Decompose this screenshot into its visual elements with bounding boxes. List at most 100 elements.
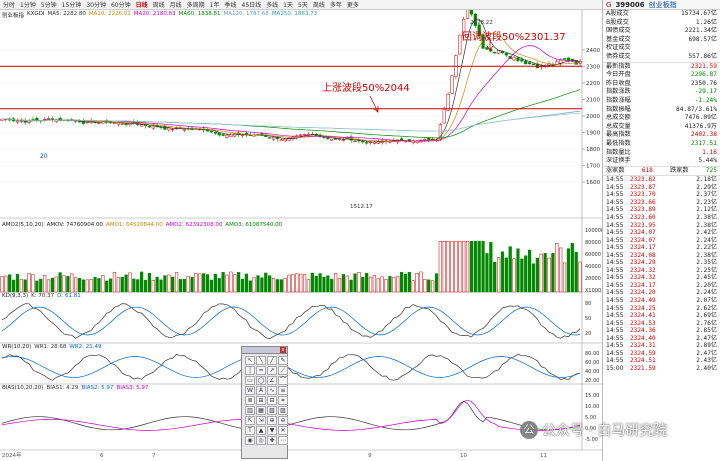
kd-legend: KD(9,3,3) K: 70.37 D: 61.81 [2,293,81,299]
tab-10[interactable]: 1年 [209,0,221,9]
stat-row: 总成交额 7476.09亿 [603,114,720,123]
toolbox-header[interactable]: x [242,347,287,354]
tab-18[interactable]: 更多 [346,0,360,9]
volume-bar [419,271,423,293]
tab-12[interactable]: 45日线 [241,0,263,9]
tick-time: 14:55 [606,176,624,184]
drawing-tool-3[interactable]: ✎ [278,356,288,365]
candle [365,142,369,144]
kd-legend-name: KD(9,3,3) [2,293,29,299]
tick-list[interactable]: 14:55 2323.82 2.18亿 14:55 2323.87 2.29亿 14:55 2… [603,176,720,372]
drawing-tool-11[interactable]: ⌒ [278,376,288,385]
drawing-tool-2[interactable]: ╱ [267,356,277,365]
tab-6[interactable]: 日线 [135,0,149,9]
drawing-tool-29[interactable]: ▲ [256,426,266,435]
tab-13[interactable]: 多线 [265,0,279,9]
volume-bar [23,279,27,293]
instrument-code: 399006 [615,0,645,9]
drawing-tool-31[interactable]: ✕ [278,426,288,435]
drawing-tool-4[interactable]: │ [245,366,255,375]
tab-11[interactable]: 季线 [223,0,237,9]
drawing-tool-19[interactable]: ⌗ [278,396,288,405]
drawing-tool-16[interactable]: ≣ [245,396,255,405]
tick-price: 2324.08 [630,251,656,259]
drawing-tool-30[interactable]: ▼ [267,426,277,435]
volume-bar [190,276,194,293]
tab-15[interactable]: 5天 [297,0,309,9]
drawing-tool-13[interactable]: A [256,386,266,395]
tab-0[interactable]: 分时 [2,0,16,9]
candle [217,132,221,136]
drawing-tool-6[interactable]: ↗ [267,366,277,375]
chart-area[interactable]: 2400 2300 2200 2100 2000 1900 1800 1700 1600 回调波段… [0,10,602,461]
period-tabbar: 分时 1分钟 5分钟 15分钟 30分钟 60分钟 日线 周线 月线 多周期 1年 季线 45日线 多线 1… [0,0,602,10]
drawing-tool-28[interactable]: T [245,426,255,435]
stat-value: 2321.59 [690,62,717,70]
volume-bar [8,274,12,293]
drawing-tool-27[interactable]: ⊖ [278,416,288,425]
drawing-tool-25[interactable]: ⇲ [256,416,266,425]
drawing-tool-14[interactable]: ∿ [267,386,277,395]
tab-3[interactable]: 15分钟 [61,0,83,9]
candle [512,57,516,61]
drawing-tool-18[interactable]: ⊟ [267,396,277,405]
volume-bar [415,272,419,293]
pullback-annotation: 回调波段50%2301.37 [462,30,566,43]
drawing-tool-35[interactable]: ⋯ [278,436,288,445]
instrument-name: 创业板指 [648,0,677,9]
drawing-tool-12[interactable]: W [245,386,255,395]
drawing-tool-20[interactable]: ▥ [245,406,255,415]
drawing-tool-15[interactable]: ≡ [278,386,288,395]
price-axis-label: 1700 [586,164,600,170]
tab-7[interactable]: 周线 [152,0,166,9]
k-legend: K: 70.37 [31,293,55,299]
market-turnover: A股成交 15734.67亿 B股成交 1.26亿 国债成交 2221.34亿 基金成交 69… [603,10,720,62]
tick-price: 2323.89 [630,206,656,214]
volume-bar [217,278,221,293]
candle [167,127,171,131]
drawing-tool-5[interactable]: ━ [256,366,266,375]
tab-14[interactable]: 1天 [282,0,294,9]
tick-row: 14:55 2324.32 2.45亿 [603,274,720,282]
drawing-tool-34[interactable]: ✚ [267,436,277,445]
volume-bar [353,273,357,293]
tab-17[interactable]: 多年 [329,0,343,9]
date-label: 10 [460,453,467,459]
tab-2[interactable]: 5分钟 [40,0,58,9]
drawing-tool-1[interactable]: ╲ [256,356,266,365]
tab-16[interactable]: 周线 [312,0,326,9]
tick-row: 14:55 2323.89 2.12亿 [603,206,720,214]
tick-price: 2324.32 [630,266,656,274]
drawing-tool-33[interactable]: ◎ [256,436,266,445]
volume-bar [562,262,567,293]
tab-9[interactable]: 多周期 [186,0,206,9]
drawing-tool-23[interactable]: ▨ [278,406,288,415]
tab-8[interactable]: 月线 [169,0,183,9]
toolbox-close-button[interactable]: x [280,347,286,353]
drawing-tool-8[interactable]: ▭ [245,376,255,385]
drawing-tool-22[interactable]: ▧ [267,406,277,415]
tab-1[interactable]: 1分钟 [19,0,37,9]
volume-bar [411,280,415,293]
drawing-tool-26[interactable]: ⊕ [267,416,277,425]
tick-time: 14:55 [606,191,624,199]
stat-value: 2350.76 [690,79,717,87]
stat-label: 今日开盘 [606,71,631,79]
drawing-tool-10[interactable]: ∠ [267,376,277,385]
drawing-tool-7[interactable]: ⟋ [278,366,288,375]
drawing-tool-0[interactable]: ↖ [245,356,255,365]
tab-4[interactable]: 30分钟 [85,0,107,9]
drawing-tool-24[interactable]: ⇱ [245,416,255,425]
drawing-tool-9[interactable]: ◯ [256,376,266,385]
tab-5[interactable]: 60分钟 [110,0,132,9]
volume-bar [143,279,148,293]
drawing-tool-17[interactable]: ⊞ [256,396,266,405]
drawing-tool-21[interactable]: ▦ [256,406,266,415]
drawing-tool-32[interactable]: ◉ [245,436,255,445]
volume-bar [380,276,384,293]
tick-time: 14:55 [606,183,624,191]
candle [283,138,287,142]
drawing-toolbox[interactable]: x ↖ ╲ ╱ ✎ │ ━ ↗ ⟋ ▭ ◯ ∠ ⌒ W A ∿ ≡ ≣ ⊞ ⊟ ⌗ ▥ ▦ ▧ ▨ ⇱ ⇲ ⊕ ⊖ T ▲ ▼ ✕ ◉ ◎ ✚ ⋯ [241,346,288,459]
instrument-header: G 399006 创业板指 [603,0,720,10]
vol-axis-label: 80000 [585,240,601,246]
